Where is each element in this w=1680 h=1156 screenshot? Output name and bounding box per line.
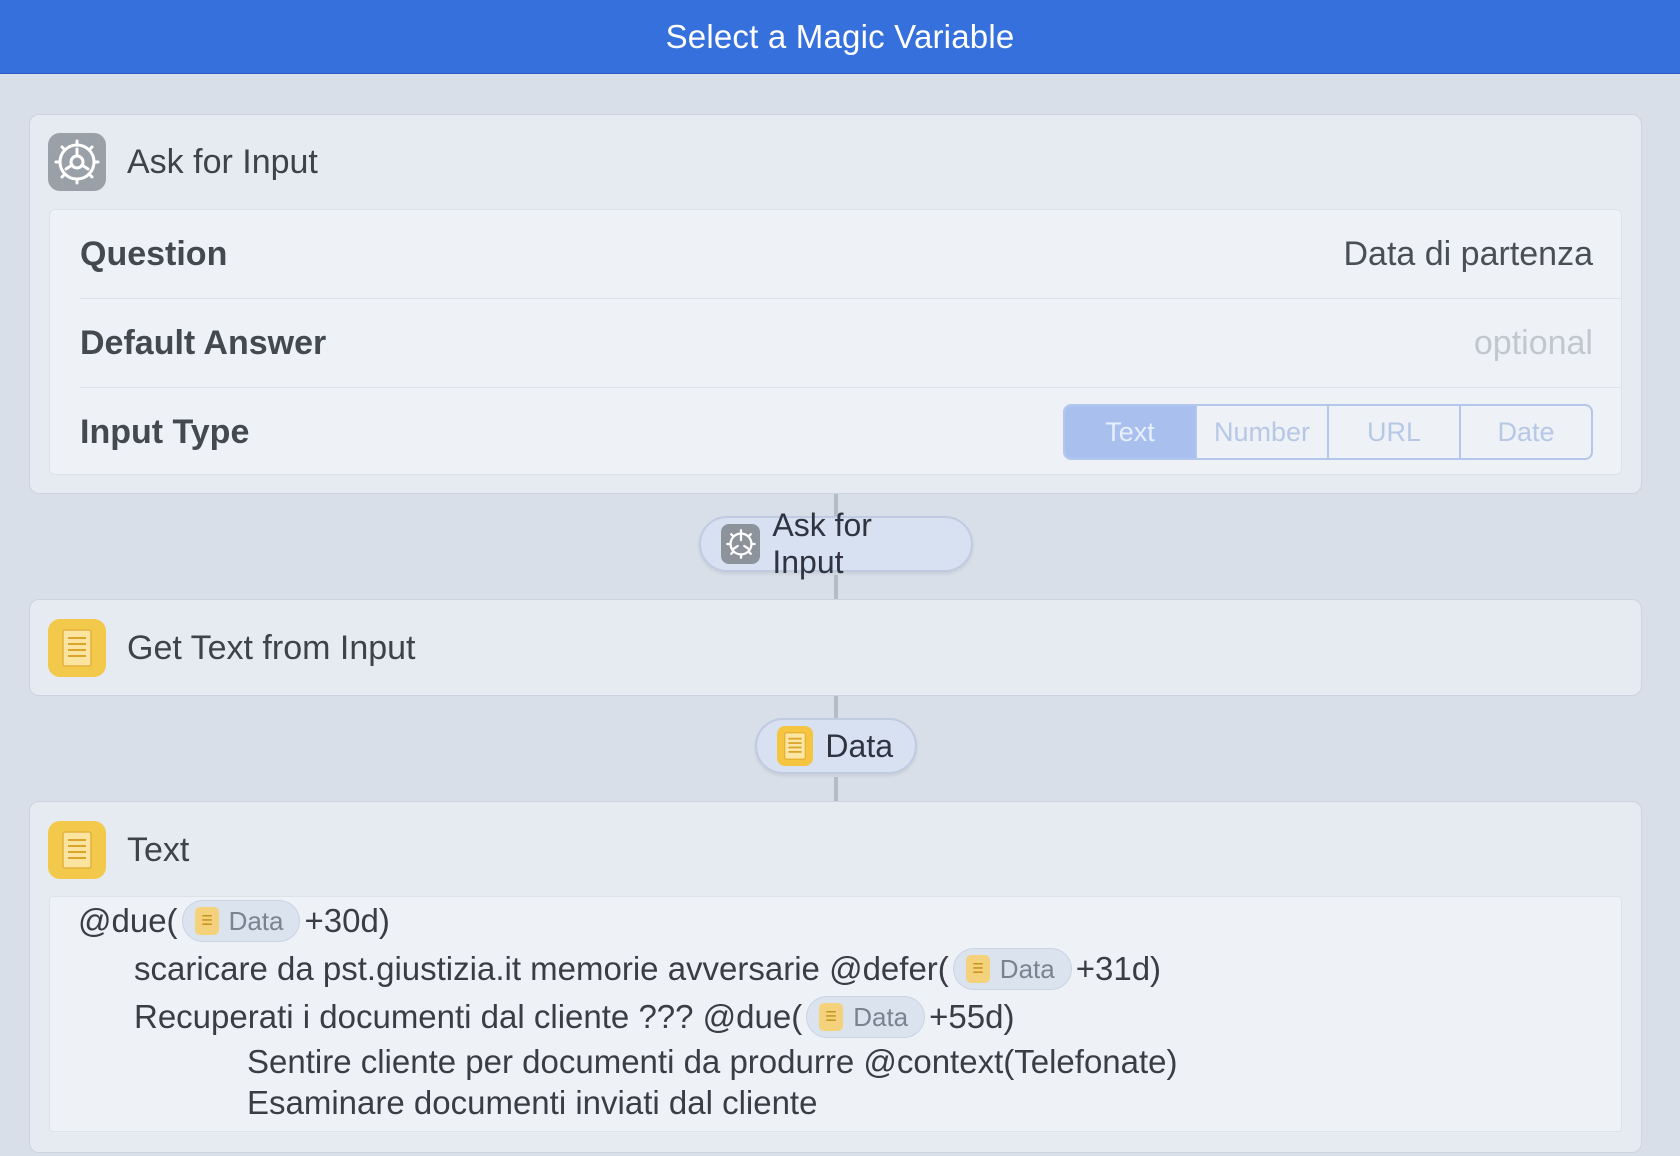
text-editor[interactable]: @due( Data +30d) scaricare da pst.giusti… <box>49 896 1622 1132</box>
ask-for-input-action[interactable]: Ask for Input Question Data di partenza … <box>29 114 1642 494</box>
text-segment: Sentire cliente per documenti da produrr… <box>247 1043 1178 1080</box>
text-document-icon <box>194 907 219 935</box>
parameters-panel: Question Data di partenza Default Answer… <box>49 209 1622 475</box>
text-document-icon <box>965 955 990 983</box>
question-label: Question <box>80 234 228 273</box>
text-document-icon <box>819 1003 844 1031</box>
gear-icon <box>48 133 106 191</box>
data-variable-token[interactable]: Data <box>806 996 926 1038</box>
connector-line <box>834 777 838 801</box>
text-line: @due( Data +30d) <box>78 899 390 943</box>
text-segment: @due( <box>78 902 178 939</box>
page-title: Select a Magic Variable <box>665 17 1015 55</box>
action-title: Get Text from Input <box>127 628 416 667</box>
action-header: Text <box>48 821 189 879</box>
text-document-icon <box>48 619 106 677</box>
segment-number[interactable]: Number <box>1195 406 1327 458</box>
action-header: Get Text from Input <box>48 619 416 677</box>
magic-variable-data[interactable]: Data <box>755 718 917 774</box>
segment-url[interactable]: URL <box>1327 406 1459 458</box>
token-label: Data <box>228 905 284 936</box>
text-segment: Recuperati i documenti dal cliente ??? @… <box>134 998 803 1035</box>
magic-variable-ask-for-input[interactable]: Ask for Input <box>699 507 973 580</box>
text-line: scaricare da pst.giustizia.it memorie av… <box>134 947 1161 991</box>
gear-icon <box>721 524 761 564</box>
action-title: Ask for Input <box>127 142 318 181</box>
get-text-from-input-action[interactable]: Get Text from Input <box>29 599 1642 696</box>
action-header: Ask for Input <box>48 133 318 191</box>
input-type-label: Input Type <box>80 412 250 451</box>
action-title: Text <box>127 830 190 869</box>
segment-text[interactable]: Text <box>1065 406 1195 458</box>
text-segment: +30d) <box>304 902 390 939</box>
connector-line <box>834 696 838 718</box>
text-line: Recuperati i documenti dal cliente ??? @… <box>134 995 1014 1039</box>
input-type-row: Input Type Text Number URL Date <box>50 388 1621 476</box>
token-label: Data <box>999 953 1055 984</box>
token-label: Data <box>853 1001 909 1032</box>
text-segment: +55d) <box>929 998 1015 1035</box>
title-bar: Select a Magic Variable <box>0 0 1680 74</box>
question-row[interactable]: Question Data di partenza <box>50 210 1621 298</box>
segment-date[interactable]: Date <box>1459 406 1591 458</box>
text-line: Sentire cliente per documenti da produrr… <box>247 1040 1178 1084</box>
input-type-segmented-control: Text Number URL Date <box>1063 404 1593 460</box>
text-segment: +31d) <box>1075 950 1162 987</box>
text-segment: scaricare da pst.giustizia.it memorie av… <box>134 950 949 987</box>
variable-label: Ask for Input <box>772 507 872 580</box>
question-field[interactable]: Data di partenza <box>1344 235 1594 274</box>
text-segment: Esaminare documenti inviati dal cliente <box>247 1084 818 1121</box>
default-answer-row[interactable]: Default Answer optional <box>50 299 1621 387</box>
data-variable-token[interactable]: Data <box>181 900 301 942</box>
variable-label: Data <box>825 727 893 764</box>
text-document-icon <box>777 726 814 766</box>
text-action[interactable]: Text @due( Data +30d) scaricare da pst.g… <box>29 801 1642 1153</box>
text-document-icon <box>48 821 106 879</box>
default-answer-label: Default Answer <box>80 323 327 362</box>
data-variable-token[interactable]: Data <box>952 948 1072 990</box>
default-answer-field[interactable]: optional <box>1474 324 1593 363</box>
text-line: Esaminare documenti inviati dal cliente <box>247 1081 817 1125</box>
